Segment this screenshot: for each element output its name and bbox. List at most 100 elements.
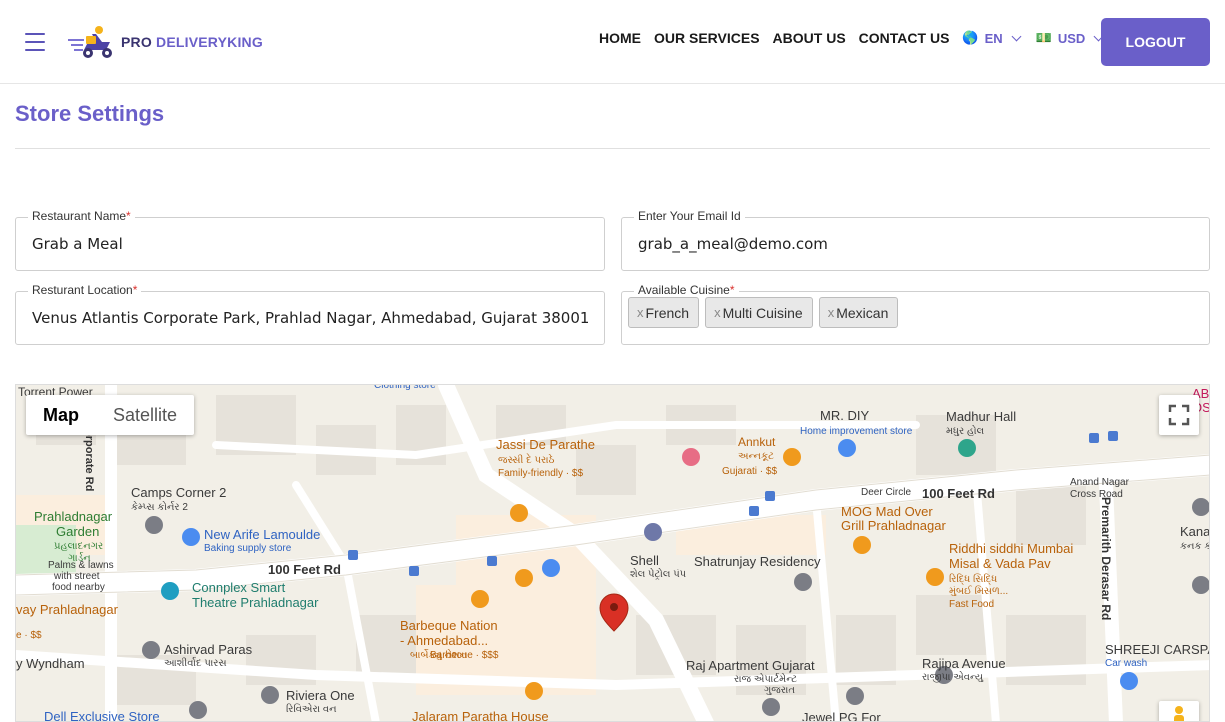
map-label: Shatrunjay Residency xyxy=(694,554,821,569)
map-label: MR. DIY xyxy=(820,408,870,423)
map-label: orporate Rd xyxy=(83,429,95,492)
top-header: PRO DELIVERYKING HOME OUR SERVICES ABOUT… xyxy=(0,0,1225,84)
map-label: SHREEJI CARSPA xyxy=(1105,642,1210,657)
map-type-toggle: Map Satellite xyxy=(26,395,195,435)
map-label: શેલ પેટ્રોલ પંપ xyxy=(630,569,687,580)
nav-contact-us[interactable]: CONTACT US xyxy=(859,30,950,46)
map-label: Connplex Smart xyxy=(192,580,286,595)
map-label: Grill Prahladnagar xyxy=(841,518,946,533)
map-type-satellite-button[interactable]: Satellite xyxy=(96,395,194,435)
language-selector[interactable]: 🌎 EN xyxy=(962,30,1022,46)
nav-home[interactable]: HOME xyxy=(599,30,641,46)
map-label: - Ahmedabad... xyxy=(400,633,489,648)
map-label: આશીર્વાદ પારસ xyxy=(164,658,227,669)
map-label: Madhur Hall xyxy=(946,409,1017,424)
map-label: Premarith Derasar Rd xyxy=(1099,497,1113,621)
map-label: Dell Exclusive Store xyxy=(44,709,160,722)
map-label: Prahladnagar xyxy=(34,509,113,524)
cuisine-chip: x French xyxy=(628,297,700,328)
map-label: 100 Feet Rd xyxy=(268,562,341,577)
map-label: Baking supply store xyxy=(204,543,292,554)
cuisine-chip-label: Mexican xyxy=(836,304,889,321)
map-label: Camps Corner 2 xyxy=(131,485,227,500)
cuisine-field[interactable]: Available Cuisine* x French x Multi Cuis… xyxy=(621,283,1210,345)
map-label: Riviera One xyxy=(286,688,355,703)
page-title: Store Settings xyxy=(15,101,165,126)
currency-selector[interactable]: 💵 USD xyxy=(1035,30,1104,46)
map-label: મુંબઈ મિસળ... xyxy=(949,586,1009,597)
remove-chip-icon[interactable]: x xyxy=(714,305,721,320)
map-label: Jewel PG For xyxy=(802,710,881,722)
location-input[interactable] xyxy=(32,292,588,344)
fullscreen-icon xyxy=(1168,404,1190,426)
email-input[interactable] xyxy=(638,218,1193,270)
money-icon: 💵 xyxy=(1035,30,1052,45)
map-label: કેમ્પ્સ કોર્નર 2 xyxy=(131,502,188,513)
map-type-map-button[interactable]: Map xyxy=(26,395,96,435)
language-value: EN xyxy=(984,30,1003,46)
email-field: Enter Your Email Id xyxy=(621,209,1210,271)
map-label: Annkut xyxy=(738,435,776,449)
main-nav: HOME OUR SERVICES ABOUT US CONTACT US 🌎 … xyxy=(599,30,1118,46)
cuisine-chips: x French x Multi Cuisine x Mexican xyxy=(628,297,904,328)
remove-chip-icon[interactable]: x xyxy=(828,305,835,320)
cuisine-chip: x Mexican xyxy=(818,297,899,328)
map-label: અન્નકૂટ xyxy=(738,451,774,462)
map-label: vay Prahladnagar xyxy=(16,602,118,617)
globe-icon: 🌎 xyxy=(962,30,979,45)
map-label: y Wyndham xyxy=(16,656,85,671)
map-label: ગુજરાત xyxy=(764,685,796,696)
map-label: 100 Feet Rd xyxy=(922,486,995,501)
map-label: Family-friendly · $$ xyxy=(498,468,584,479)
nav-about-us[interactable]: ABOUT US xyxy=(773,30,846,46)
map-label: Shell xyxy=(630,553,659,568)
menu-icon[interactable] xyxy=(25,33,45,51)
map-label: Jalaram Paratha House xyxy=(412,709,549,722)
restaurant-name-field: Restaurant Name* xyxy=(15,209,605,271)
map-label: Fast Food xyxy=(949,599,995,610)
map-label: Theatre Prahladnagar xyxy=(192,595,319,610)
chevron-down-icon xyxy=(1011,31,1022,41)
location-map[interactable]: Torrent Power Clothing store MR. DIY Hom… xyxy=(15,384,1210,722)
map-label: જસ્સી દે પરાઠે xyxy=(498,455,555,466)
map-label: New Arife Lamoulde xyxy=(204,527,321,542)
restaurant-name-input[interactable] xyxy=(32,218,588,270)
map-label: Rajipa Avenue xyxy=(922,656,1006,671)
brand-name-primary: PRO xyxy=(121,34,152,50)
map-label: Gujarati · $$ xyxy=(722,466,778,477)
map-label: Deer Circle xyxy=(861,487,912,498)
map-label: મધુર હોલ xyxy=(946,426,985,437)
map-label: Raj Apartment Gujarat xyxy=(686,658,815,673)
map-label: Kana xyxy=(1180,524,1210,539)
remove-chip-icon[interactable]: x xyxy=(637,305,644,320)
brand-logo[interactable]: PRO DELIVERYKING xyxy=(66,24,263,60)
map-label: Car wash xyxy=(1105,658,1148,669)
map-label: Garden xyxy=(56,524,100,539)
map-label: food nearby xyxy=(52,582,105,593)
brand-name-secondary: DELIVERYKING xyxy=(156,34,263,50)
map-label: e · $$ xyxy=(16,630,42,641)
map-label: Barbeque Nation xyxy=(400,618,498,633)
cuisine-label: Available Cuisine* xyxy=(634,283,739,297)
cuisine-chip-label: Multi Cuisine xyxy=(722,304,803,321)
nav-our-services[interactable]: OUR SERVICES xyxy=(654,30,760,46)
map-label: રાજીપા એવન્યુ xyxy=(922,672,984,683)
cuisine-chip-label: French xyxy=(645,304,690,321)
map-label: Cross Road xyxy=(1070,489,1123,500)
delivery-scooter-icon xyxy=(66,24,118,60)
logout-button[interactable]: LOGOUT xyxy=(1101,18,1210,66)
map-label: Home improvement store xyxy=(800,426,913,437)
map-label: MOG Mad Over xyxy=(841,504,933,519)
map-label: Barbecue · $$$ xyxy=(430,650,499,661)
street-view-button[interactable] xyxy=(1159,701,1199,721)
map-label: રિવિએરા વન xyxy=(286,704,337,715)
map-label: કનક ક xyxy=(1180,541,1210,552)
fullscreen-button[interactable] xyxy=(1159,395,1199,435)
currency-value: USD xyxy=(1057,30,1086,46)
map-label: Clothing store xyxy=(374,384,436,391)
brand-name: PRO DELIVERYKING xyxy=(121,34,263,50)
location-field: Resturant Location* xyxy=(15,283,605,345)
cuisine-chip: x Multi Cuisine xyxy=(705,297,813,328)
title-divider xyxy=(15,148,1210,149)
pegman-icon xyxy=(1174,706,1184,721)
